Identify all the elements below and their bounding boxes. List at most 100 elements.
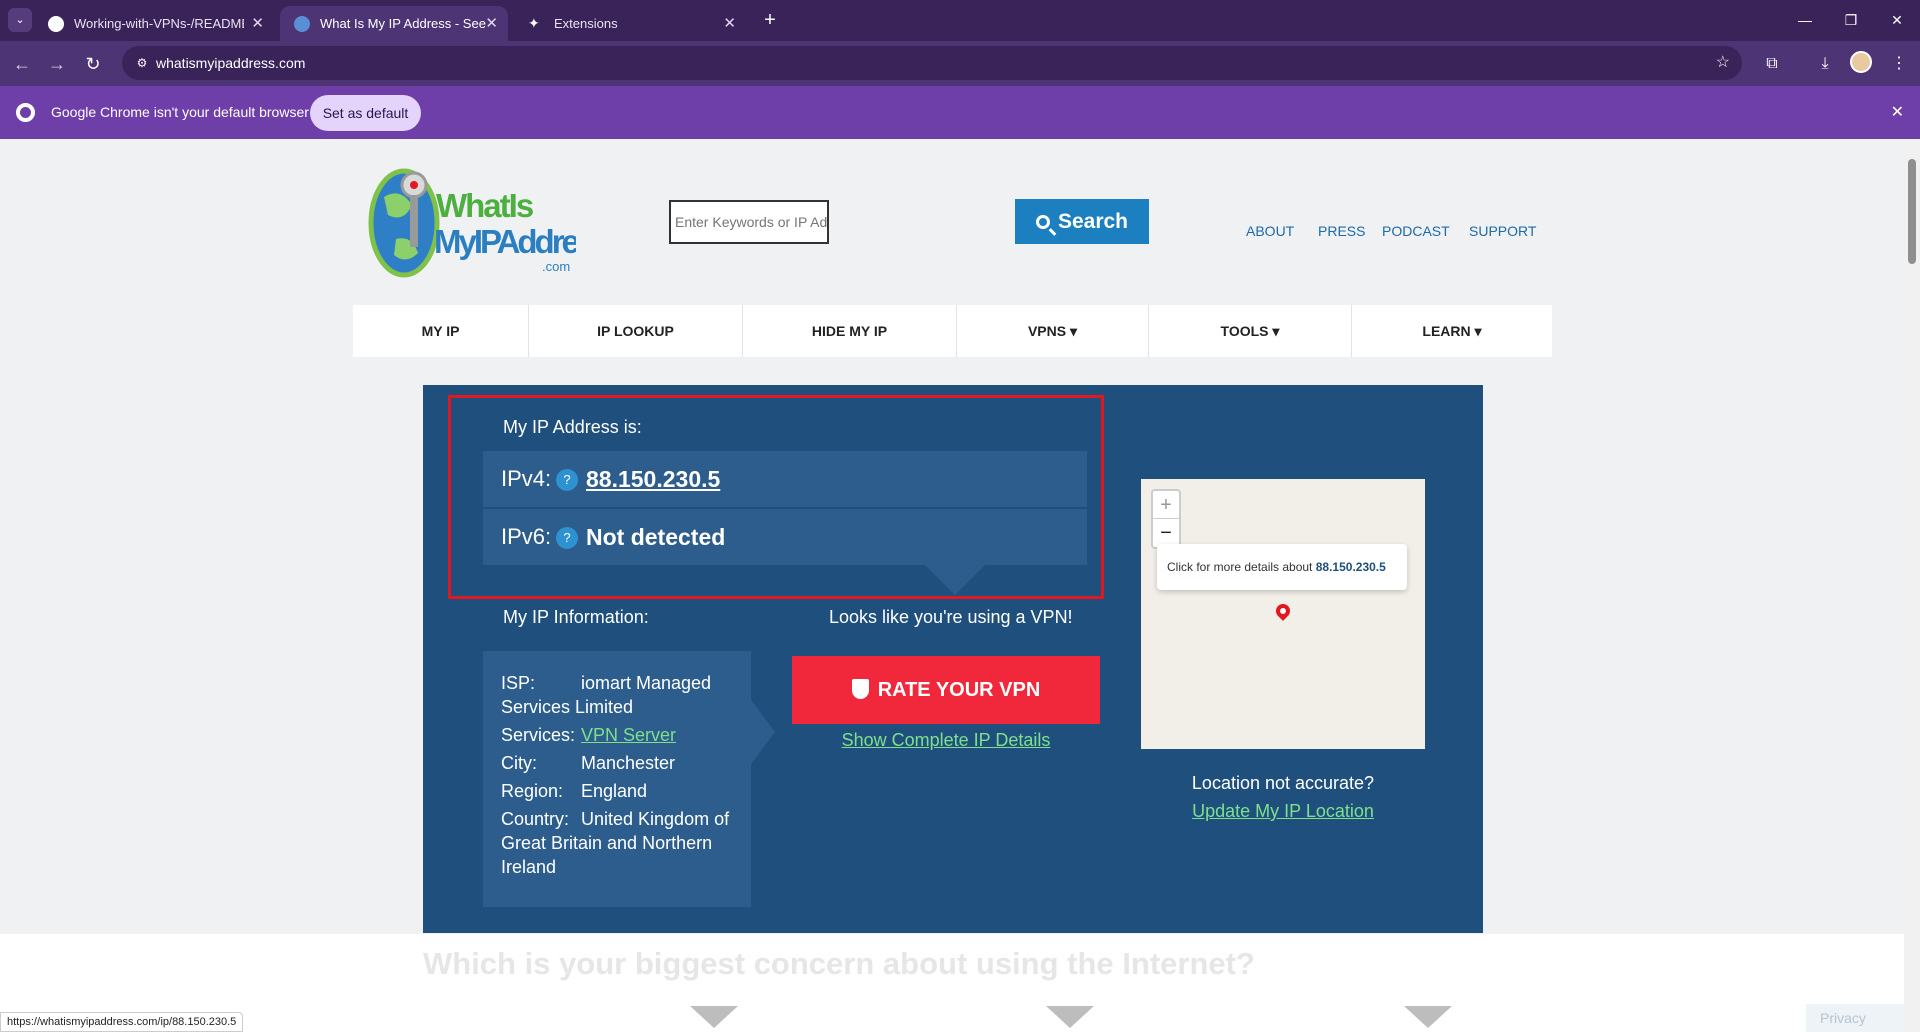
main-nav: MY IP IP LOOKUP HIDE MY IP VPNS ▾ TOOLS …	[353, 305, 1552, 357]
map-popup[interactable]: Click for more details about 88.150.230.…	[1157, 544, 1407, 590]
infobar-message: Google Chrome isn't your default browser	[51, 104, 309, 120]
tab-strip: ⌄ Working-with-VPNs-/README. ✕ What Is M…	[0, 0, 1920, 41]
ipv6-row: IPv6: ? Not detected	[483, 509, 1087, 565]
site-logo[interactable]: WhatIs MyIPAddress .com	[366, 157, 576, 295]
ip-info-box: ISP: iomart Managed Services Limited Serv…	[483, 651, 751, 907]
ipv6-value: Not detected	[586, 524, 726, 550]
menu-icon[interactable]: ⋮	[1884, 49, 1914, 79]
nav-hide-my-ip[interactable]: HIDE MY IP	[743, 305, 957, 357]
minimize-button[interactable]: —	[1782, 0, 1828, 41]
webpage: WhatIs MyIPAddress .com Search ABOUT PRE…	[0, 139, 1904, 1032]
tab-whatismyip[interactable]: What Is My IP Address - See Yo ✕	[280, 6, 508, 41]
ip-heading: My IP Address is:	[503, 417, 642, 437]
link-support[interactable]: SUPPORT	[1469, 223, 1536, 239]
nav-my-ip[interactable]: MY IP	[353, 305, 529, 357]
extensions-icon[interactable]: ⧉	[1757, 49, 1787, 79]
help-icon[interactable]: ?	[556, 527, 578, 549]
logo-text-line3: .com	[542, 259, 570, 274]
nav-learn[interactable]: LEARN ▾	[1352, 305, 1552, 357]
region-label: Region:	[501, 781, 564, 801]
survey-section: Which is your biggest concern about usin…	[0, 934, 1904, 1032]
map-pin-icon[interactable]	[1273, 601, 1293, 621]
ipv4-label: IPv4:	[501, 466, 552, 491]
zoom-in-button[interactable]: +	[1153, 491, 1179, 519]
download-icon[interactable]: ⤓	[1810, 49, 1840, 79]
ipv6-label: IPv6:	[501, 524, 552, 549]
nav-ip-lookup[interactable]: IP LOOKUP	[529, 305, 743, 357]
link-about[interactable]: ABOUT	[1246, 223, 1294, 239]
rate-vpn-button[interactable]: RATE YOUR VPN	[792, 656, 1100, 724]
puzzle-icon: ✦	[528, 15, 540, 31]
close-icon[interactable]: ✕	[251, 6, 264, 41]
profile-avatar[interactable]	[1850, 51, 1872, 73]
region-value: England	[581, 781, 648, 801]
search-input[interactable]	[669, 200, 829, 244]
pointer-arrow	[925, 565, 985, 595]
restore-button[interactable]: ❐	[1828, 0, 1874, 41]
info-heading: My IP Information:	[503, 607, 649, 627]
url-text: whatismyipaddress.com	[156, 55, 306, 71]
update-location-link[interactable]: Update My IP Location	[1141, 801, 1425, 822]
isp-row: ISP: iomart Managed Services Limited	[501, 671, 733, 719]
tab-title: Extensions	[554, 16, 618, 31]
ip-panel: My IP Address is: IPv4: ? 88.150.230.5 I…	[423, 385, 1483, 933]
zoom-out-button[interactable]: −	[1153, 519, 1179, 547]
default-browser-infobar: Google Chrome isn't your default browser…	[0, 86, 1920, 139]
close-icon[interactable]: ✕	[723, 6, 736, 41]
city-row: City: Manchester	[501, 751, 733, 775]
survey-heading: Which is your biggest concern about usin…	[423, 946, 1255, 981]
link-press[interactable]: PRESS	[1318, 223, 1365, 239]
close-window-button[interactable]: ✕	[1874, 0, 1920, 41]
site-info-icon[interactable]: ⚙	[134, 55, 150, 71]
address-bar[interactable]: ⚙ whatismyipaddress.com ☆	[122, 46, 1742, 80]
close-icon[interactable]: ✕	[485, 6, 498, 41]
vpn-message: Looks like you're using a VPN!	[829, 607, 1073, 627]
shield-icon	[851, 679, 869, 699]
browser-toolbar: ← → ↻ ⚙ whatismyipaddress.com ☆ ⧉ ⤓ ⋮	[0, 41, 1920, 86]
location-map[interactable]: + − Click for more details about 88.150.…	[1141, 479, 1425, 749]
close-icon[interactable]: ✕	[1891, 86, 1904, 139]
search-button[interactable]: Search	[1015, 199, 1149, 244]
chevron-down-icon	[1404, 1006, 1452, 1028]
scrollbar-thumb[interactable]	[1908, 159, 1916, 264]
tab-title: Working-with-VPNs-/README.	[74, 16, 244, 31]
set-as-default-button[interactable]: Set as default	[310, 95, 421, 131]
logo-text-line2: MyIPAddress	[434, 223, 576, 260]
tab-search-button[interactable]: ⌄	[8, 8, 32, 32]
nav-vpns[interactable]: VPNS ▾	[957, 305, 1149, 357]
search-icon	[1035, 215, 1050, 229]
tab-extensions[interactable]: ✦ Extensions ✕	[514, 6, 746, 41]
new-tab-button[interactable]: +	[757, 7, 783, 33]
page-scrollbar[interactable]	[1904, 139, 1920, 1032]
tab-github[interactable]: Working-with-VPNs-/README. ✕	[34, 6, 274, 41]
chevron-down-icon	[690, 1006, 738, 1028]
services-link[interactable]: VPN Server	[581, 725, 676, 745]
show-ip-details-link[interactable]: Show Complete IP Details	[792, 727, 1100, 753]
pointer-arrow	[751, 700, 775, 764]
privacy-badge[interactable]: Privacy	[1806, 1004, 1904, 1032]
logo-text-line1: WhatIs	[436, 187, 533, 224]
globe-icon	[294, 16, 310, 32]
popup-ip: 88.150.230.5	[1315, 560, 1386, 574]
help-icon[interactable]: ?	[556, 469, 578, 491]
isp-label: ISP:	[501, 673, 536, 693]
nav-tools[interactable]: TOOLS ▾	[1149, 305, 1352, 357]
bookmark-star-icon[interactable]: ☆	[1716, 46, 1730, 80]
country-label: Country:	[501, 809, 570, 829]
city-value: Manchester	[581, 753, 676, 773]
search-button-label: Search	[1057, 210, 1129, 233]
tab-title: What Is My IP Address - See Yo	[320, 16, 490, 31]
github-icon	[48, 16, 64, 32]
chrome-icon	[16, 103, 35, 122]
location-question: Location not accurate?	[1191, 773, 1375, 793]
services-row: Services: VPN Server	[501, 723, 733, 747]
services-label: Services:	[501, 725, 576, 745]
back-button[interactable]: ←	[7, 49, 37, 79]
rate-vpn-label: RATE YOUR VPN	[877, 679, 1041, 701]
link-podcast[interactable]: PODCAST	[1382, 223, 1450, 239]
forward-button[interactable]: →	[42, 49, 72, 79]
ipv4-value[interactable]: 88.150.230.5	[586, 451, 720, 507]
reload-button[interactable]: ↻	[78, 49, 108, 79]
city-label: City:	[501, 753, 537, 773]
ipv4-row: IPv4: ? 88.150.230.5	[483, 451, 1087, 507]
